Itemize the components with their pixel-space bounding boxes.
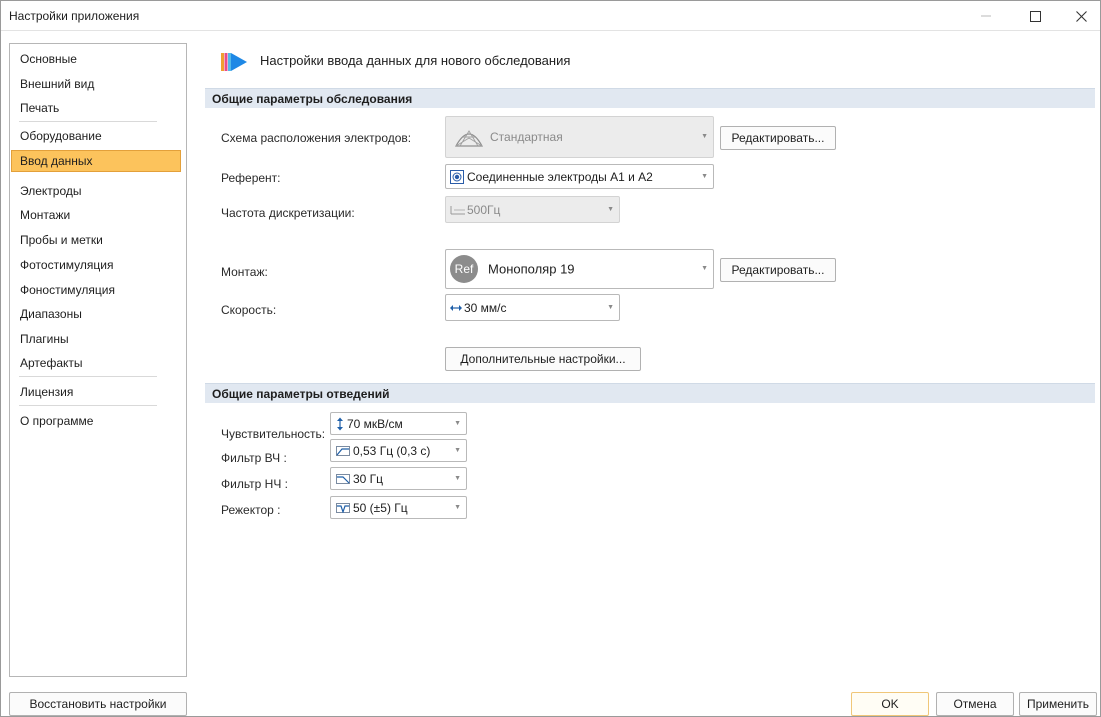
restore-settings-button[interactable]: Восстановить настройки: [9, 692, 187, 716]
panel-header: Настройки ввода данных для нового обслед…: [195, 43, 1099, 87]
nav-item-artifacts[interactable]: Артефакты: [11, 352, 181, 374]
nav-item-plugins[interactable]: Плагины: [11, 328, 181, 350]
vertical-arrows-icon: [337, 417, 343, 430]
chevron-down-icon: ▼: [454, 419, 461, 427]
speed-label: Скорость:: [221, 303, 277, 317]
nav-item-appearance[interactable]: Внешний вид: [11, 73, 181, 95]
nav-item-general[interactable]: Основные: [11, 48, 181, 70]
chevron-down-icon: ▼: [607, 303, 614, 311]
hf-filter-select[interactable]: 0,53 Гц (0,3 с) ▼: [330, 439, 467, 462]
nav-item-phonostim[interactable]: Фоностимуляция: [11, 279, 181, 301]
section-title: Общие параметры отведений: [212, 387, 390, 401]
sample-rate-label: Частота дискретизации:: [221, 206, 355, 220]
nav-item-electrodes[interactable]: Электроды: [11, 180, 181, 202]
referent-select[interactable]: Соединенные электроды А1 и А2 ▼: [445, 164, 714, 189]
speed-value: 30 мм/с: [464, 300, 507, 315]
nav-item-equipment[interactable]: Оборудование: [11, 125, 181, 147]
minimize-button[interactable]: [963, 1, 1009, 31]
referent-value: Соединенные электроды А1 и А2: [467, 169, 653, 184]
chevron-down-icon: ▼: [454, 474, 461, 482]
sensitivity-value: 70 мкВ/см: [347, 416, 403, 431]
window-title: Настройки приложения: [9, 9, 140, 23]
highpass-filter-icon: [336, 445, 350, 456]
notch-filter-icon: [336, 502, 350, 513]
radio-dot-icon: [450, 169, 464, 184]
nav-divider: [19, 121, 157, 122]
main-panel: Настройки ввода данных для нового обслед…: [195, 43, 1099, 683]
section-header-exam: Общие параметры обследования: [205, 88, 1095, 108]
montage-select[interactable]: Ref Монополяр 19 ▼: [445, 249, 714, 289]
notch-filter-select[interactable]: 50 (±5) Гц ▼: [330, 496, 467, 519]
electrode-layout-label: Схема расположения электродов:: [221, 131, 412, 145]
hf-filter-label: Фильтр ВЧ :: [221, 451, 287, 465]
nav-item-tests-marks[interactable]: Пробы и метки: [11, 229, 181, 251]
electrode-layout-select[interactable]: Стандартная ▼: [445, 116, 714, 158]
lf-filter-select[interactable]: 30 Гц ▼: [330, 467, 467, 490]
nav-item-data-input[interactable]: Ввод данных: [11, 150, 181, 172]
title-bar: Настройки приложения: [1, 1, 1100, 31]
settings-nav: Основные Внешний вид Печать Оборудование…: [9, 43, 187, 677]
chevron-down-icon: ▼: [701, 265, 708, 272]
cancel-button[interactable]: Отмена: [936, 692, 1014, 716]
page-title: Настройки ввода данных для нового обслед…: [260, 53, 571, 68]
notch-filter-value: 50 (±5) Гц: [353, 500, 408, 515]
nav-item-ranges[interactable]: Диапазоны: [11, 303, 181, 325]
nav-divider: [19, 376, 157, 377]
lowpass-filter-icon: [336, 473, 350, 484]
horizontal-arrows-icon: [450, 304, 462, 311]
nav-item-montages[interactable]: Монтажи: [11, 204, 181, 226]
nav-item-license[interactable]: Лицензия: [11, 381, 181, 403]
chevron-down-icon: ▼: [701, 133, 708, 140]
nav-item-print[interactable]: Печать: [11, 97, 181, 119]
nav-item-about[interactable]: О программе: [11, 410, 181, 432]
settings-window: Настройки приложения Основные Внешний ви…: [0, 0, 1101, 717]
referent-label: Референт:: [221, 171, 281, 185]
electrode-layout-value: Стандартная: [490, 130, 563, 144]
ref-badge: Ref: [450, 255, 478, 283]
notch-label: Режектор :: [221, 503, 281, 517]
data-input-icon: [221, 53, 247, 71]
speed-select[interactable]: 30 мм/с ▼: [445, 294, 620, 321]
sample-rate-value: 500Гц: [467, 202, 501, 217]
sample-rate-select[interactable]: 500Гц ▼: [445, 196, 620, 223]
maximize-button[interactable]: [1012, 1, 1058, 31]
maximize-icon: [1029, 10, 1041, 22]
apply-button[interactable]: Применить: [1019, 692, 1097, 716]
section-title: Общие параметры обследования: [212, 92, 413, 106]
chevron-down-icon: ▼: [454, 446, 461, 454]
nav-item-photostim[interactable]: Фотостимуляция: [11, 254, 181, 276]
edit-electrodes-button[interactable]: Редактировать...: [720, 126, 836, 150]
chevron-down-icon: ▼: [454, 503, 461, 511]
nav-divider: [19, 405, 157, 406]
ok-button[interactable]: OK: [851, 692, 929, 716]
edit-montage-button[interactable]: Редактировать...: [720, 258, 836, 282]
chevron-down-icon: ▼: [607, 205, 614, 213]
sensitivity-select[interactable]: 70 мкВ/см ▼: [330, 412, 467, 435]
chevron-down-icon: ▼: [701, 172, 708, 180]
section-header-leads: Общие параметры отведений: [205, 383, 1095, 403]
lf-filter-value: 30 Гц: [353, 471, 384, 486]
hf-filter-value: 0,53 Гц (0,3 с): [353, 443, 431, 458]
electrode-scheme-icon: [454, 130, 484, 147]
sensitivity-label: Чувствительность:: [221, 427, 326, 441]
montage-label: Монтаж:: [221, 265, 268, 279]
close-button[interactable]: [1058, 1, 1101, 31]
advanced-settings-button[interactable]: Дополнительные настройки...: [445, 347, 641, 371]
minimize-icon: [981, 15, 991, 17]
frequency-icon: [450, 205, 465, 214]
montage-value: Монополяр 19: [488, 261, 575, 277]
lf-filter-label: Фильтр НЧ :: [221, 477, 288, 491]
close-icon: [1075, 10, 1087, 22]
